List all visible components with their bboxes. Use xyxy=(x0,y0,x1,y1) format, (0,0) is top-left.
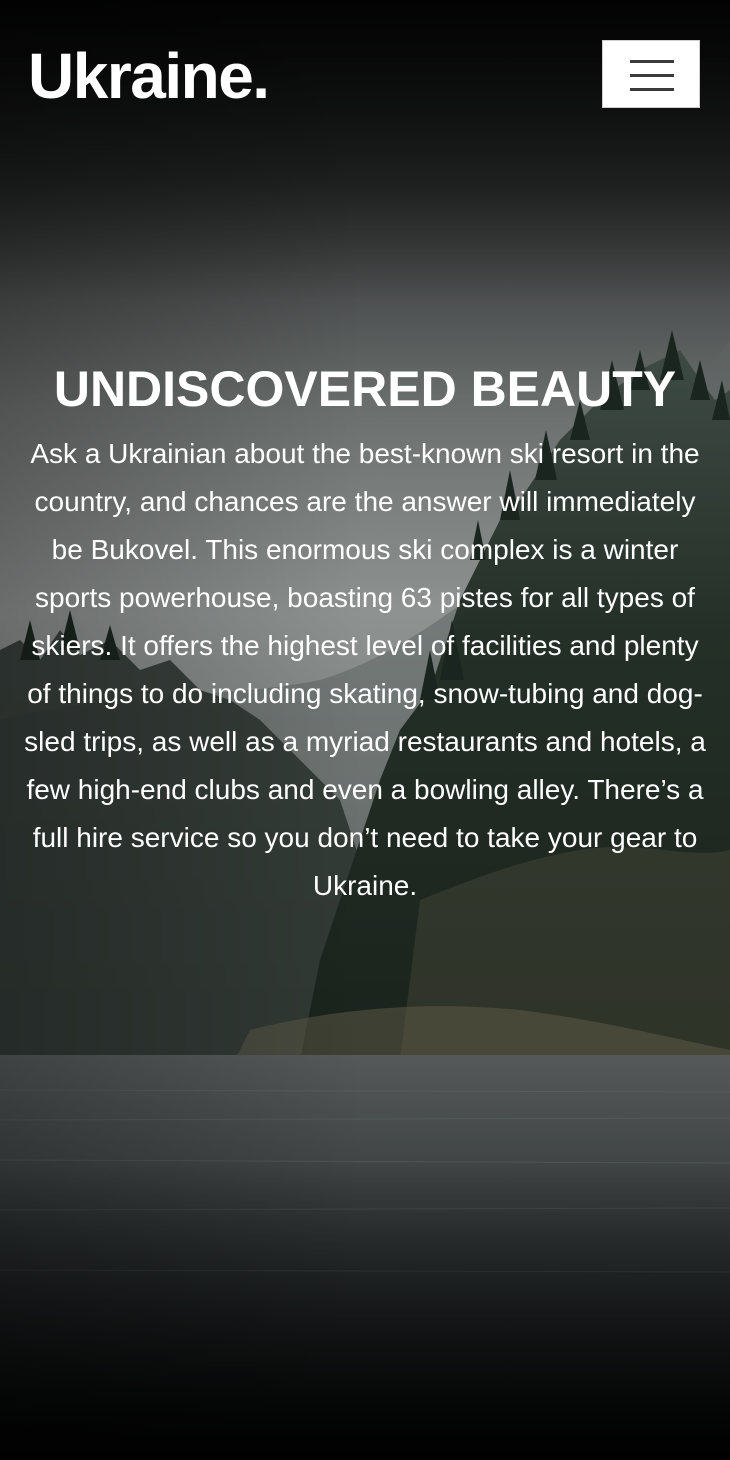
site-logo[interactable]: Ukraine. xyxy=(28,36,270,116)
site-header: Ukraine. xyxy=(0,0,730,140)
menu-icon-bar xyxy=(630,74,674,77)
hero-description: Ask a Ukrainian about the best-known ski… xyxy=(24,438,706,901)
landing-page: Ukraine. UNDISCOVERED BEAUTY Ask a Ukrai… xyxy=(0,0,730,1460)
menu-toggle-button[interactable] xyxy=(602,40,700,108)
menu-icon-bar xyxy=(630,88,674,91)
menu-icon-bar xyxy=(630,60,674,63)
hero-title: UNDISCOVERED BEAUTY xyxy=(53,361,677,417)
hero-section: UNDISCOVERED BEAUTY Ask a Ukrainian abou… xyxy=(24,358,706,910)
